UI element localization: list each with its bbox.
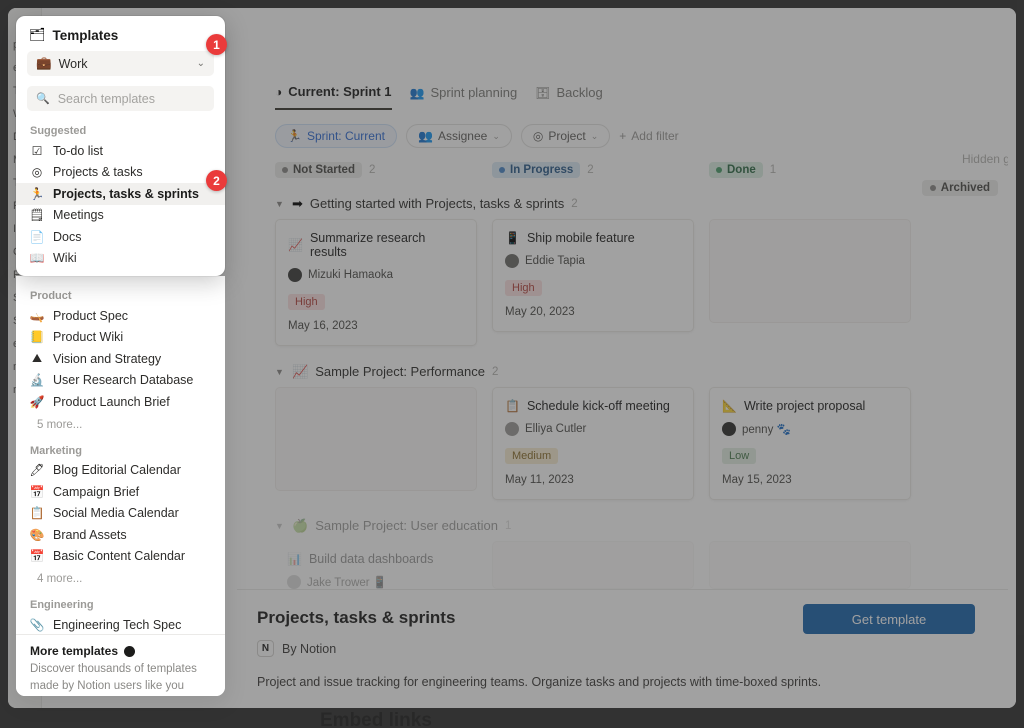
template-item-label: Product Wiki [53, 330, 124, 345]
template-item-product-1[interactable]: 📒 Product Wiki [16, 327, 225, 349]
template-item-3[interactable]: 🗒 Meetings [16, 205, 225, 227]
search-templates-field[interactable]: 🔍 [27, 86, 214, 111]
templates-icon: 🗂 [29, 27, 46, 42]
section-heading-suggested: Suggested [30, 125, 87, 137]
template-item-icon: 📎 [29, 617, 45, 632]
template-item-label: Meetings [53, 208, 104, 223]
workspace-label: Work [58, 56, 88, 71]
template-item-marketing-1[interactable]: 📅 Campaign Brief [16, 481, 225, 503]
search-icon: 🔍 [36, 93, 50, 105]
template-item-product-2[interactable]: ⛰ Vision and Strategy [16, 348, 225, 370]
template-item-icon: 📄 [29, 229, 45, 244]
more-templates-title-row: More templates [30, 644, 211, 658]
template-item-marketing-4[interactable]: 📅 Basic Content Calendar [16, 546, 225, 568]
template-item-product-3[interactable]: 🔬 User Research Database [16, 370, 225, 392]
workspace-selector[interactable]: 💼 Work ⌄ [27, 51, 214, 76]
template-item-0[interactable]: ☑ To-do list [16, 140, 225, 162]
template-item-marketing-0[interactable]: 🖊 Blog Editorial Calendar [16, 460, 225, 482]
template-item-icon: 🎨 [29, 527, 45, 542]
template-item-icon: 🖊 [29, 463, 45, 478]
search-input[interactable] [57, 91, 205, 106]
template-item-label: Projects, tasks & sprints [53, 186, 199, 201]
template-item-label: User Research Database [53, 373, 194, 388]
template-item-4[interactable]: 📄 Docs [16, 226, 225, 248]
template-item-product-0[interactable]: 🛶 Product Spec [16, 305, 225, 327]
more-link-0[interactable]: 5 more... [16, 413, 225, 431]
template-item-icon: 📋 [29, 506, 45, 521]
section-heading-product: Product [30, 290, 72, 302]
template-item-icon: 📅 [29, 484, 45, 499]
template-item-icon: 📅 [29, 549, 45, 564]
template-item-icon: 🔬 [29, 373, 45, 388]
step-badge-2: 2 [206, 170, 227, 191]
template-item-marketing-2[interactable]: 📋 Social Media Calendar [16, 503, 225, 525]
more-link-1[interactable]: 4 more... [16, 567, 225, 585]
briefcase-icon: 💼 [36, 56, 52, 70]
template-item-icon: 🏃 [29, 186, 45, 201]
template-item-label: Basic Content Calendar [53, 549, 186, 564]
globe-icon [124, 645, 136, 657]
templates-panel: 🗂 Templates 💼 Work ⌄ 🔍 Suggested ☑ To-do l… [16, 16, 225, 276]
section-heading-engineering: Engineering [30, 599, 94, 611]
template-item-label: Blog Editorial Calendar [53, 463, 181, 478]
more-templates-footer[interactable]: More templates Discover thousands of tem… [16, 634, 225, 696]
template-item-label: Brand Assets [53, 527, 127, 542]
template-item-5[interactable]: 📖 Wiki [16, 248, 225, 270]
template-item-icon: ⛰ [31, 351, 43, 366]
template-item-label: Campaign Brief [53, 484, 140, 499]
template-item-label: To-do list [53, 143, 104, 158]
template-item-label: Wiki [53, 251, 77, 266]
template-item-icon: 🛶 [29, 308, 45, 323]
template-item-engineering-0[interactable]: 📎 Engineering Tech Spec [16, 614, 225, 636]
template-item-icon: ☑ [31, 143, 43, 158]
template-item-label: Social Media Calendar [53, 506, 179, 521]
template-item-icon: ◎ [31, 165, 43, 180]
template-item-2[interactable]: 🏃 Projects, tasks & sprints [16, 183, 225, 205]
template-item-1[interactable]: ◎ Projects & tasks [16, 162, 225, 184]
template-item-icon: 📒 [29, 330, 45, 345]
suggested-section: Suggested ☑ To-do list ◎ Projects & tasks 🏃 Pr… [16, 111, 225, 269]
chevron-down-icon: ⌄ [196, 58, 205, 69]
templates-panel-title: Templates [52, 27, 119, 43]
template-item-label: Vision and Strategy [53, 351, 162, 366]
template-item-icon: 🗒 [29, 208, 45, 223]
template-item-label: Product Spec [53, 308, 129, 323]
more-templates-label: More templates [30, 644, 119, 658]
template-item-icon: 🚀 [29, 394, 45, 409]
template-item-icon: 📖 [29, 251, 45, 266]
template-item-label: Product Launch Brief [53, 394, 170, 409]
step-badge-1: 1 [206, 34, 227, 55]
template-item-label: Engineering Tech Spec [53, 617, 182, 632]
template-item-marketing-3[interactable]: 🎨 Brand Assets [16, 524, 225, 546]
templates-panel-lower: Product 🛶 Product Spec 📒 Product Wiki ⛰ Vision… [16, 276, 225, 696]
template-item-label: Docs [53, 229, 82, 244]
template-item-label: Projects & tasks [53, 165, 143, 180]
section-heading-marketing: Marketing [30, 444, 82, 457]
more-templates-description: Discover thousands of templates made by … [30, 663, 197, 692]
template-item-product-4[interactable]: 🚀 Product Launch Brief [16, 391, 225, 413]
templates-panel-header: 🗂 Templates [16, 16, 225, 51]
